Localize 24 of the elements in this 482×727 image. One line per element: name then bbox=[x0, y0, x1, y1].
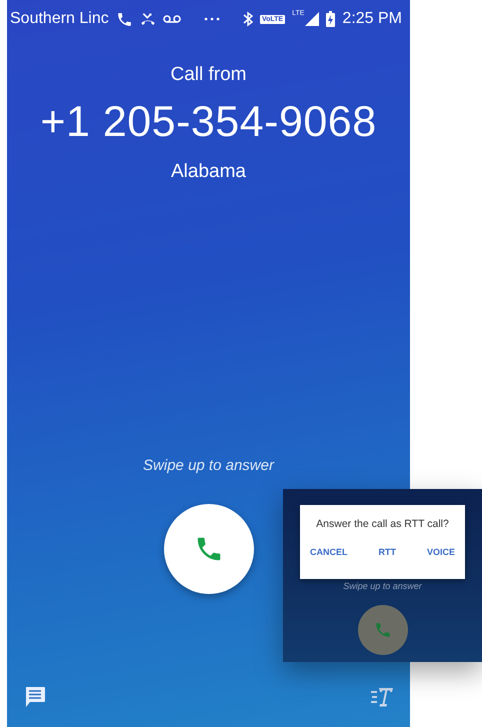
dialog-message: Answer the call as RTT call? bbox=[316, 518, 449, 530]
voicemail-icon bbox=[162, 14, 181, 24]
rtt-icon bbox=[370, 686, 394, 708]
missed-call-icon bbox=[140, 11, 156, 27]
bluetooth-icon bbox=[242, 11, 253, 27]
battery-charging-icon bbox=[326, 11, 336, 27]
swipe-hint: Swipe up to answer bbox=[143, 457, 274, 474]
call-from-label: Call from bbox=[170, 64, 246, 86]
phone-icon bbox=[116, 10, 133, 28]
caller-number: +1 205-354-9068 bbox=[40, 98, 377, 147]
dialog-button[interactable]: RTT bbox=[378, 547, 396, 557]
message-icon bbox=[23, 685, 47, 709]
rtt-button[interactable] bbox=[370, 686, 394, 708]
clock-time: 2:25 PM bbox=[342, 10, 402, 28]
message-button[interactable] bbox=[23, 685, 47, 709]
dialog-button[interactable]: CANCEL bbox=[310, 547, 348, 557]
carrier-name: Southern Linc bbox=[10, 10, 109, 28]
swipe-hint: Swipe up to answer bbox=[343, 581, 422, 591]
answer-button[interactable] bbox=[164, 504, 254, 594]
caller-location: Alabama bbox=[171, 161, 246, 183]
more-dots-icon bbox=[204, 17, 220, 21]
signal-icon bbox=[305, 12, 320, 26]
dialog-button[interactable]: VOICE bbox=[426, 547, 455, 557]
phone-icon bbox=[374, 621, 392, 639]
